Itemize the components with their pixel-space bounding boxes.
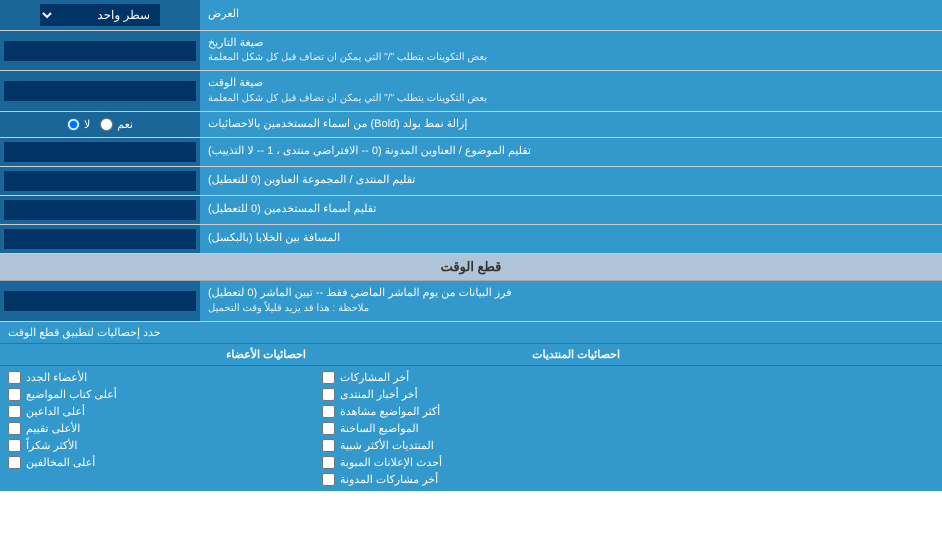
time-format-input[interactable]: H:i (4, 81, 196, 101)
date-format-input-cell: d-m (0, 31, 200, 70)
limit-row: حدد إحصاليات لتطبيق قطع الوقت (0, 322, 942, 344)
checkbox-latest-classifieds[interactable] (322, 456, 335, 469)
cell-gap-label: المسافة بين الخلايا (بالبكسل) (200, 225, 942, 253)
checkbox-top-topic-writers[interactable] (8, 388, 21, 401)
topic-trim-input-cell: 33 (0, 138, 200, 166)
checkbox-top-violators[interactable] (8, 456, 21, 469)
list-item: أخر المشاركات (322, 369, 620, 386)
time-format-input-cell: H:i (0, 71, 200, 110)
checkboxes-section: حدد إحصاليات لتطبيق قطع الوقت احصائيات ا… (0, 322, 942, 491)
date-format-row: صيغة التاريخ بعض التكوينات يتطلب "/" الت… (0, 31, 942, 71)
list-item: الأعضاء الجدد (8, 369, 306, 386)
cell-gap-row: المسافة بين الخلايا (بالبكسل) 2 (0, 225, 942, 254)
main-container: العرض سطر واحد صيغة التاريخ بعض التكوينا… (0, 0, 942, 491)
list-item: المنتديات الأكثر شبية (322, 437, 620, 454)
checkbox-blog-posts[interactable] (322, 473, 335, 486)
list-item: أكثر المواضيع مشاهدة (322, 403, 620, 420)
checkbox-col2: أخر المشاركات أخر أخبار المنتدى أكثر الم… (314, 366, 628, 491)
bold-remove-label: إزالة نمط بولد (Bold) من اسماء المستخدمي… (200, 112, 942, 137)
cell-gap-input-cell: 2 (0, 225, 200, 253)
realtime-input-cell: 0 (0, 281, 200, 320)
bold-remove-row: إزالة نمط بولد (Bold) من اسماء المستخدمي… (0, 112, 942, 138)
forum-trim-label: تقليم المنتدى / المجموعة العناوين (0 للت… (200, 167, 942, 195)
date-format-input[interactable]: d-m (4, 41, 196, 61)
checkbox-col3 (628, 366, 942, 491)
checkbox-last-news[interactable] (322, 388, 335, 401)
forum-trim-row: تقليم المنتدى / المجموعة العناوين (0 للت… (0, 167, 942, 196)
date-format-label: صيغة التاريخ بعض التكوينات يتطلب "/" الت… (200, 31, 942, 70)
list-item: أعلى الداعين (8, 403, 306, 420)
list-item: أحدث الإعلانات المبوبة (322, 454, 620, 471)
checkbox-body: أخر المشاركات أخر أخبار المنتدى أكثر الم… (0, 366, 942, 491)
time-format-row: صيغة الوقت بعض التكوينات يتطلب "/" التي … (0, 71, 942, 111)
list-item: أخر مشاركات المدونة (322, 471, 620, 488)
topic-trim-input[interactable]: 33 (4, 142, 196, 162)
checkbox-col1: الأعضاء الجدد أعلى كتاب المواضيع أعلى ال… (0, 366, 314, 491)
checkbox-top-inviters[interactable] (8, 405, 21, 418)
realtime-row: فرز البيانات من يوم الماشر الماضي فقط --… (0, 281, 942, 321)
header-title: العرض (200, 0, 942, 30)
list-item: أخر أخبار المنتدى (322, 386, 620, 403)
realtime-input[interactable]: 0 (4, 291, 196, 311)
checkbox-highest-rated[interactable] (8, 422, 21, 435)
checkbox-last-posts[interactable] (322, 371, 335, 384)
checkbox-popular-forums[interactable] (322, 439, 335, 452)
checkbox-new-members[interactable] (8, 371, 21, 384)
cell-gap-input[interactable]: 2 (4, 229, 196, 249)
bold-remove-radio-cell: نعم لا (0, 112, 200, 137)
forum-trim-input-cell: 33 (0, 167, 200, 195)
list-item: المواضيع الساخنة (322, 420, 620, 437)
list-item: أعلى المخالفين (8, 454, 306, 471)
realtime-section-header: قطع الوقت (0, 254, 942, 281)
realtime-label: فرز البيانات من يوم الماشر الماضي فقط --… (200, 281, 942, 320)
header-dropdown[interactable]: سطر واحد (40, 4, 160, 26)
header-row: العرض سطر واحد (0, 0, 942, 31)
radio-yes: نعم (100, 118, 133, 131)
list-item: أعلى كتاب المواضيع (8, 386, 306, 403)
checkbox-hot-topics[interactable] (322, 422, 335, 435)
username-trim-row: تقليم أسماء المستخدمين (0 للتعطيل) 0 (0, 196, 942, 225)
radio-no: لا (67, 118, 90, 131)
topic-trim-label: تقليم الموضوع / العناوين المدونة (0 -- ا… (200, 138, 942, 166)
radio-yes-input[interactable] (100, 118, 113, 131)
list-item: الأعلى تقييم (8, 420, 306, 437)
col1-header: احصائيات الأعضاء (0, 344, 314, 365)
list-item: الأكثر شكراً (8, 437, 306, 454)
header-dropdown-cell: سطر واحد (0, 0, 200, 30)
username-trim-label: تقليم أسماء المستخدمين (0 للتعطيل) (200, 196, 942, 224)
radio-no-input[interactable] (67, 118, 80, 131)
username-trim-input-cell: 0 (0, 196, 200, 224)
time-format-label: صيغة الوقت بعض التكوينات يتطلب "/" التي … (200, 71, 942, 110)
forum-trim-input[interactable]: 33 (4, 171, 196, 191)
checkbox-headers: احصائيات المنتديات احصائيات الأعضاء (0, 344, 942, 366)
col3-header (628, 344, 942, 365)
checkbox-most-viewed[interactable] (322, 405, 335, 418)
topic-trim-row: تقليم الموضوع / العناوين المدونة (0 -- ا… (0, 138, 942, 167)
checkbox-most-thanked[interactable] (8, 439, 21, 452)
username-trim-input[interactable]: 0 (4, 200, 196, 220)
col2-header: احصائيات المنتديات (314, 344, 628, 365)
